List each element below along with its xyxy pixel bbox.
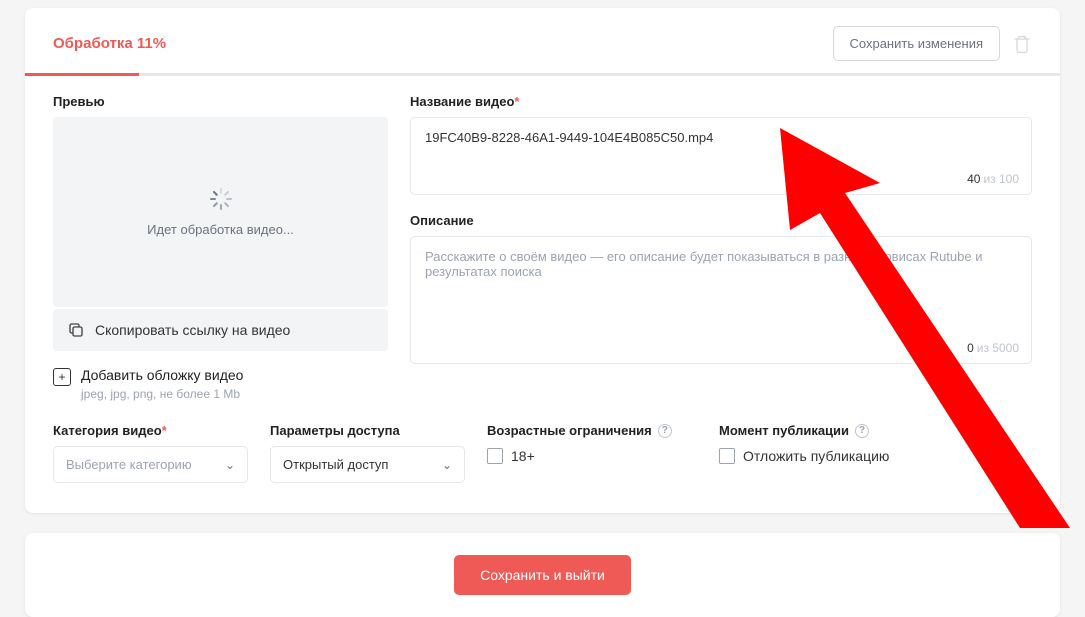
progress-fill — [25, 73, 139, 76]
copy-icon — [67, 321, 85, 339]
help-icon[interactable]: ? — [855, 424, 869, 438]
processing-status: Обработка 11% — [53, 35, 166, 52]
title-char-counter: 40из 100 — [967, 172, 1019, 186]
publish-checkbox-row: Отложить публикацию — [719, 448, 959, 464]
description-input[interactable]: Расскажите о своём видео — его описание … — [410, 236, 1032, 364]
save-and-exit-button[interactable]: Сохранить и выйти — [454, 555, 631, 595]
preview-status-text: Идет обработка видео... — [147, 222, 294, 237]
footer-card: Сохранить и выйти — [25, 533, 1060, 617]
chevron-down-icon: ⌄ — [442, 458, 452, 472]
category-label: Категория видео* — [53, 423, 248, 438]
add-thumbnail-label: Добавить обложку видео — [81, 367, 243, 383]
copy-link-button[interactable]: Скопировать ссылку на видео — [53, 309, 388, 351]
age-option-label: 18+ — [511, 448, 535, 464]
desc-char-counter: 0из 5000 — [967, 341, 1019, 355]
add-thumbnail-button[interactable]: + — [53, 368, 71, 386]
access-select[interactable]: Открытый доступ ⌄ — [270, 446, 465, 483]
add-thumbnail-row: + Добавить обложку видео jpeg, jpg, png,… — [53, 367, 388, 401]
spinner-icon — [210, 188, 232, 210]
trash-icon[interactable] — [1012, 33, 1032, 55]
help-icon[interactable]: ? — [658, 424, 672, 438]
card-header: Обработка 11% Сохранить изменения — [25, 8, 1060, 73]
category-select[interactable]: Выберите категорию ⌄ — [53, 446, 248, 483]
publish-label: Момент публикации ? — [719, 423, 959, 438]
chevron-down-icon: ⌄ — [225, 458, 235, 472]
description-placeholder: Расскажите о своём видео — его описание … — [425, 249, 982, 279]
progress-bar — [25, 73, 1060, 76]
age-checkbox[interactable] — [487, 448, 503, 464]
video-title-label: Название видео* — [410, 94, 1032, 109]
upload-form-card: Обработка 11% Сохранить изменения Превью — [25, 8, 1060, 513]
age-label: Возрастные ограничения ? — [487, 423, 697, 438]
video-title-value: 19FC40B9-8228-46A1-9449-104E4B085C50.mp4 — [425, 130, 713, 145]
copy-link-label: Скопировать ссылку на видео — [95, 322, 290, 338]
add-thumbnail-hint: jpeg, jpg, png, не более 1 Mb — [81, 387, 243, 401]
preview-label: Превью — [53, 94, 388, 109]
preview-box: Идет обработка видео... — [53, 117, 388, 307]
age-checkbox-row: 18+ — [487, 448, 697, 464]
access-label: Параметры доступа — [270, 423, 465, 438]
access-value: Открытый доступ — [283, 457, 388, 472]
video-title-input[interactable]: 19FC40B9-8228-46A1-9449-104E4B085C50.mp4… — [410, 117, 1032, 195]
category-placeholder: Выберите категорию — [66, 457, 192, 472]
save-changes-button[interactable]: Сохранить изменения — [833, 26, 1001, 61]
description-label: Описание — [410, 213, 1032, 228]
publish-option-label: Отложить публикацию — [743, 448, 889, 464]
header-actions: Сохранить изменения — [833, 26, 1033, 61]
publish-checkbox[interactable] — [719, 448, 735, 464]
